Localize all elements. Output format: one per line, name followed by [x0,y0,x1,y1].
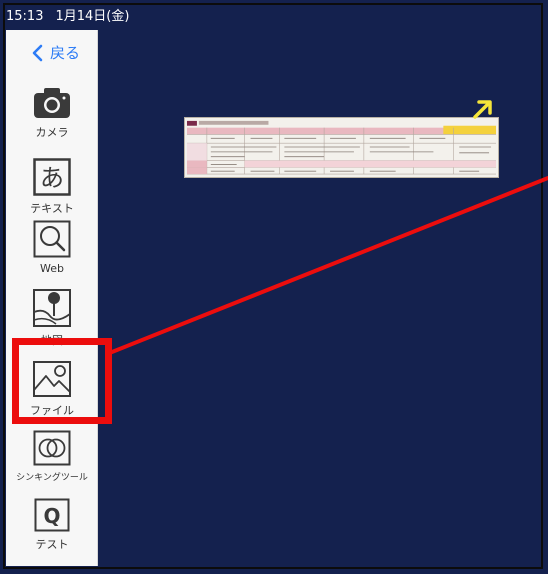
tool-thinking[interactable]: シンキングツール [6,430,98,483]
tool-test-label: テスト [35,538,69,551]
yellow-arrow-icon [473,100,492,119]
tool-file-label: ファイル [30,404,74,417]
venn-circles-icon [33,430,71,466]
chevron-left-icon [32,44,43,61]
tool-camera-label: カメラ [35,126,69,139]
map-pin-icon [33,289,71,327]
tool-web-label: Web [40,262,64,275]
status-time: 15:13 [6,9,44,24]
image-file-icon [33,361,71,397]
status-date: 1月14日(金) [55,9,130,24]
tool-camera[interactable]: カメラ [6,86,98,140]
tool-text-label: テキスト [30,202,74,215]
back-label: 戻る [50,44,81,62]
back-button[interactable]: 戻る [28,42,80,63]
red-pointer-line [110,176,548,354]
document-table-graphic [185,118,498,177]
tool-web[interactable]: Web [6,220,98,275]
pasted-document-image[interactable] [184,117,499,178]
tool-text[interactable]: あ テキスト [6,158,98,216]
svg-text:Q: Q [43,504,60,528]
tool-map[interactable]: 地図 [6,288,98,348]
magnifier-icon [33,220,71,258]
tool-sidebar: 戻る カメラ あ テキスト Web 地図 ファイル シンキングツール Q テスト [6,30,98,566]
tool-test[interactable]: Q テスト [6,498,98,552]
tool-map-label: 地図 [41,334,63,347]
q-test-icon: Q [34,498,70,532]
camera-icon [34,88,70,118]
status-bar: 15:13 1月14日(金) [6,8,129,26]
tool-thinking-label: シンキングツール [16,473,88,483]
svg-text:あ: あ [40,164,64,192]
text-a-icon: あ [33,158,71,196]
tool-file[interactable]: ファイル [6,360,98,418]
